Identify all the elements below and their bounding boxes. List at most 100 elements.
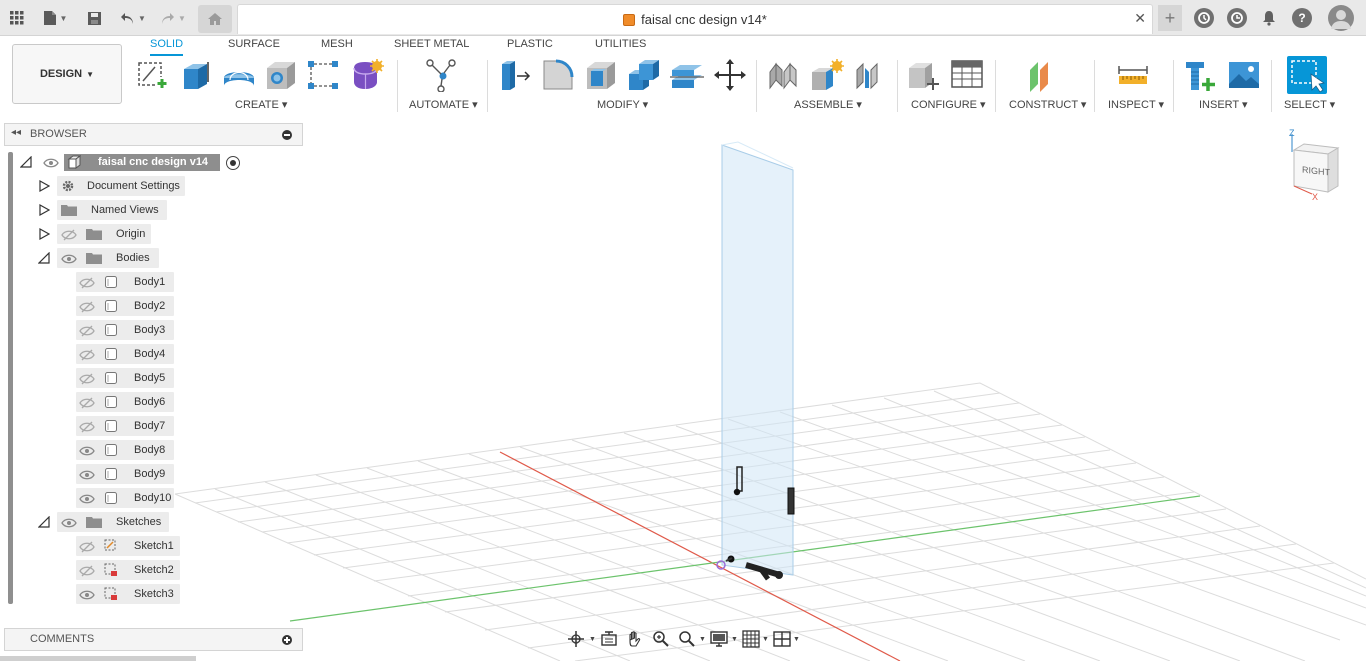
move-copy-icon[interactable] (713, 58, 747, 92)
visibility-eye-icon[interactable] (79, 469, 95, 481)
close-icon[interactable]: ✕ (1134, 10, 1146, 27)
press-pull-icon[interactable] (498, 58, 532, 92)
visibility-eye-icon[interactable] (61, 517, 77, 529)
pattern-icon[interactable] (306, 58, 340, 92)
split-body-icon[interactable] (670, 58, 704, 92)
create-form-icon[interactable] (350, 58, 384, 92)
visibility-eye-icon[interactable] (79, 445, 95, 457)
visibility-eye-icon[interactable] (79, 493, 95, 505)
automate-menu[interactable]: AUTOMATE ▾ (409, 98, 478, 111)
new-component-icon[interactable] (768, 58, 802, 92)
canvas-viewport[interactable] (0, 118, 1366, 661)
zoom-icon[interactable] (652, 630, 670, 648)
inspect-menu[interactable]: INSPECT ▾ (1108, 98, 1164, 111)
tab-solid[interactable]: SOLID (150, 38, 184, 56)
automate-icon[interactable] (424, 58, 458, 93)
select-menu[interactable]: SELECT ▾ (1284, 98, 1335, 111)
new-tab-icon[interactable]: + (1158, 5, 1182, 31)
grid-menu-caret[interactable]: ▼ (762, 636, 769, 643)
redo-icon[interactable]: ▼ (158, 6, 188, 30)
fillet-icon[interactable] (541, 58, 575, 92)
create-sketch-icon[interactable] (136, 58, 170, 92)
hidden-eye-icon[interactable] (79, 421, 95, 433)
history-icon[interactable] (1227, 8, 1247, 28)
orbit-menu-caret[interactable]: ▼ (589, 636, 596, 643)
grid-menu-icon[interactable] (8, 6, 26, 30)
help-icon[interactable]: ? (1292, 8, 1312, 28)
insert-mcmaster-icon[interactable] (1184, 58, 1218, 92)
home-icon[interactable] (198, 5, 232, 33)
root-collapse-toggle[interactable] (19, 155, 32, 168)
combine-icon[interactable] (627, 58, 661, 92)
hidden-eye-icon[interactable] (79, 373, 95, 385)
revolve-icon[interactable] (222, 58, 256, 92)
hidden-eye-icon[interactable] (61, 229, 77, 241)
tab-mesh[interactable]: MESH (321, 38, 353, 54)
viewports-menu-caret[interactable]: ▼ (793, 636, 800, 643)
display-menu-caret[interactable]: ▼ (731, 636, 738, 643)
collapse-browser-icon[interactable]: ◂◂ (11, 127, 21, 138)
body-label: Body6 (134, 396, 166, 408)
visibility-eye-icon[interactable] (79, 589, 95, 601)
zoom-menu-caret[interactable]: ▼ (699, 636, 706, 643)
undo-icon[interactable]: ▼ (118, 6, 148, 30)
collapse-toggle-icon[interactable] (37, 515, 50, 528)
hidden-eye-icon[interactable] (79, 541, 95, 553)
orbit-icon[interactable] (567, 630, 585, 648)
measure-icon[interactable] (1116, 58, 1150, 92)
expand-toggle-icon[interactable] (38, 179, 51, 193)
tab-utilities[interactable]: UTILITIES (595, 38, 646, 54)
create-menu[interactable]: CREATE ▾ (235, 98, 287, 111)
fit-icon[interactable] (678, 630, 696, 648)
notifications-icon[interactable] (1259, 8, 1279, 28)
minimize-browser-icon[interactable] (282, 130, 292, 140)
tab-plastic[interactable]: PLASTIC (507, 38, 553, 54)
configure-menu[interactable]: CONFIGURE ▾ (911, 98, 986, 111)
viewcube[interactable]: RIGHT Z X (1284, 128, 1350, 204)
collapse-toggle-icon[interactable] (37, 251, 50, 264)
horizontal-scrollbar[interactable] (0, 656, 196, 661)
tab-surface[interactable]: SURFACE (228, 38, 280, 54)
pan-hand-icon[interactable] (626, 630, 644, 648)
hidden-eye-icon[interactable] (79, 325, 95, 337)
add-comment-icon[interactable] (282, 635, 292, 645)
browser-header[interactable]: ◂◂ BROWSER (4, 123, 303, 146)
hidden-eye-icon[interactable] (79, 277, 95, 289)
hidden-eye-icon[interactable] (79, 397, 95, 409)
hidden-eye-icon[interactable] (79, 565, 95, 577)
hidden-eye-icon[interactable] (79, 301, 95, 313)
comments-panel[interactable]: COMMENTS (4, 628, 303, 651)
modify-menu[interactable]: MODIFY ▾ (597, 98, 648, 111)
viewports-icon[interactable] (773, 630, 791, 648)
grid-settings-icon[interactable] (742, 630, 760, 648)
expand-toggle-icon[interactable] (38, 203, 51, 217)
insert-menu[interactable]: INSERT ▾ (1199, 98, 1248, 111)
configure-table-icon[interactable] (950, 58, 984, 92)
expand-toggle-icon[interactable] (38, 227, 51, 241)
joint-icon[interactable] (810, 58, 844, 92)
shell-icon[interactable] (584, 58, 618, 92)
browser-scrollbar[interactable] (8, 152, 13, 604)
visibility-eye-icon[interactable] (43, 157, 59, 169)
change-parameters-icon[interactable] (907, 58, 941, 92)
file-icon[interactable]: ▼ (40, 6, 70, 30)
workspace-switcher[interactable]: DESIGN ▼ (12, 44, 122, 104)
look-at-icon[interactable] (600, 630, 618, 648)
document-tab[interactable]: faisal cnc design v14* ✕ (237, 4, 1153, 34)
construct-menu[interactable]: CONSTRUCT ▾ (1009, 98, 1086, 111)
select-icon[interactable] (1287, 56, 1327, 94)
hole-icon[interactable] (264, 58, 298, 92)
user-avatar[interactable] (1328, 5, 1354, 31)
extrude-icon[interactable] (180, 58, 214, 92)
offset-plane-icon[interactable] (1027, 58, 1061, 92)
tab-sheet-metal[interactable]: SHEET METAL (394, 38, 469, 54)
display-settings-icon[interactable] (710, 630, 728, 648)
as-built-joint-icon[interactable] (853, 58, 887, 92)
activate-component-icon[interactable] (226, 156, 240, 170)
visibility-eye-icon[interactable] (61, 253, 77, 265)
save-icon[interactable] (84, 6, 104, 30)
hidden-eye-icon[interactable] (79, 349, 95, 361)
job-status-icon[interactable] (1194, 8, 1214, 28)
insert-canvas-icon[interactable] (1227, 58, 1261, 92)
assemble-menu[interactable]: ASSEMBLE ▾ (794, 98, 862, 111)
